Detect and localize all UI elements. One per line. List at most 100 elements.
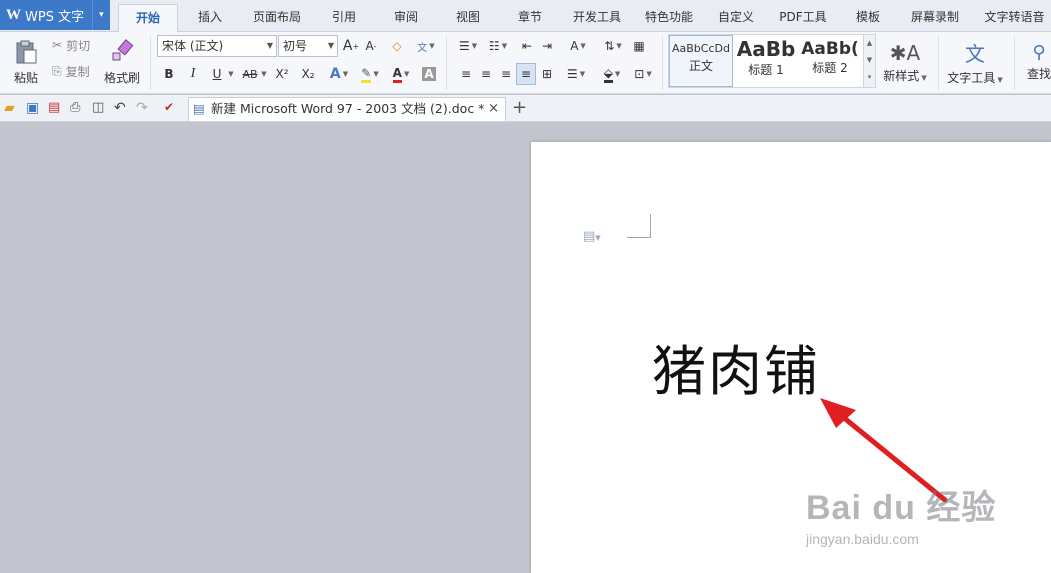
tab-insert[interactable]: 插入 [184, 4, 236, 32]
close-icon[interactable]: × [488, 98, 499, 120]
clipboard-icon [16, 40, 37, 63]
cut-label: 剪切 [66, 38, 91, 53]
numbering-button[interactable]: ☷ ▼ [484, 36, 512, 56]
format-painter-button[interactable]: 格式刷 [102, 34, 142, 90]
copy-label: 复制 [65, 64, 90, 79]
underline-button[interactable]: U [208, 64, 226, 84]
tab-page-layout[interactable]: 页面布局 [246, 4, 308, 32]
copy-button[interactable]: ⎘ 复制 [52, 62, 100, 80]
app-title: WPS 文字 [25, 9, 85, 25]
text-tools-label: 文字工具 [947, 71, 996, 85]
subscript-button[interactable]: X₂ [298, 64, 318, 84]
sort-button[interactable]: ⇅ ▼ [600, 36, 626, 56]
align-left-icon[interactable]: ≡ [458, 64, 474, 84]
font-size-select[interactable]: 初号 ▼ [278, 35, 338, 57]
ribbon-divider [446, 36, 447, 90]
align-right-icon[interactable]: ≡ [498, 64, 514, 84]
bold-button[interactable]: B [160, 64, 178, 84]
open-folder-icon[interactable]: ▰ [4, 100, 20, 116]
line-spacing-icon: ☰ [566, 67, 578, 81]
line-spacing-button[interactable]: ☰ ▼ [562, 64, 590, 84]
menu-bar: W WPS 文字 ▾ 开始 插入 页面布局 引用 审阅 视图 章节 开发工具 特… [0, 0, 1051, 32]
style-label: 标题 1 [748, 63, 784, 77]
font-size-value: 初号 [283, 39, 308, 53]
tab-text-to-speech[interactable]: 文字转语音 [978, 4, 1051, 32]
shading-button[interactable]: ⬙ ▼ [598, 64, 626, 84]
tab-screen-record[interactable]: 屏幕录制 [902, 4, 968, 32]
tab-developer[interactable]: 开发工具 [566, 4, 628, 32]
baidu-watermark: Bai du 经验 jingyan.baidu.com [806, 480, 996, 547]
align-center-icon[interactable]: ≡ [478, 64, 494, 84]
tab-view[interactable]: 视图 [442, 4, 494, 32]
align-justify-icon[interactable]: ≡ [516, 63, 536, 85]
tab-references[interactable]: 引用 [318, 4, 370, 32]
table-icon[interactable]: ▦ [630, 36, 648, 56]
char-shading-button[interactable]: A [420, 64, 438, 84]
customize-toolbar-icon[interactable]: ✔ [164, 100, 180, 116]
find-button[interactable]: ⚲ 查找 [1024, 34, 1051, 90]
style-heading-1[interactable]: AaBb 标题 1 [735, 35, 797, 87]
font-color-button[interactable]: A ▼ [388, 64, 414, 84]
style-heading-2[interactable]: AaBb( 标题 2 [799, 35, 861, 87]
watermark-brand: Bai du 经验 [806, 489, 997, 527]
grow-font-button[interactable]: A + [342, 36, 360, 56]
app-menu-button[interactable]: W WPS 文字 ▾ [0, 0, 110, 30]
style-gallery-scroll[interactable]: ▲ ▼ ▾ [863, 35, 875, 87]
ribbon-divider [662, 36, 663, 90]
new-style-button[interactable]: ✱A 新样式 ▼ [880, 34, 930, 90]
ribbon-divider [1014, 36, 1015, 90]
highlight-button[interactable]: ✎ ▼ [356, 64, 384, 84]
decrease-indent-icon[interactable]: ⇤ [518, 36, 536, 56]
document-body-text[interactable]: 猪肉铺 [652, 327, 820, 406]
chevron-down-icon[interactable]: ▼ [259, 64, 269, 84]
chevron-down-icon[interactable]: ▾ [92, 0, 104, 30]
undo-icon[interactable]: ↶ [114, 100, 130, 116]
paste-label: 粘贴 [13, 70, 38, 85]
export-pdf-icon[interactable]: ▤ [48, 100, 64, 116]
tab-pdf-tools[interactable]: PDF工具 [772, 4, 834, 32]
tab-special-features[interactable]: 特色功能 [638, 4, 700, 32]
clear-format-icon[interactable]: ◇ [388, 36, 406, 56]
margin-corner-mark [627, 214, 651, 238]
document-tab-title: 新建 Microsoft Word 97 - 2003 文档 (2).doc * [211, 101, 485, 116]
tab-review[interactable]: 审阅 [380, 4, 432, 32]
bullets-button[interactable]: ☰ ▼ [454, 36, 482, 56]
increase-indent-icon[interactable]: ⇥ [538, 36, 556, 56]
borders-button[interactable]: ⊡ ▼ [630, 64, 656, 84]
style-gallery: AaBbCcDd 正文 AaBb 标题 1 AaBb( 标题 2 ▲ ▼ ▾ [668, 34, 876, 88]
redo-icon[interactable]: ↷ [136, 100, 152, 116]
phonetic-guide-button[interactable]: 文 ▼ [412, 36, 440, 56]
text-effect-button[interactable]: A ▼ [328, 64, 350, 84]
char-shading-icon: A [422, 67, 436, 81]
style-label: 正文 [688, 59, 713, 73]
font-name-select[interactable]: 宋体 (正文) ▼ [157, 35, 277, 57]
cut-button[interactable]: ✂ 剪切 [52, 36, 100, 54]
print-icon[interactable]: ⎙ [70, 100, 86, 116]
tab-templates[interactable]: 模板 [844, 4, 892, 32]
borders-icon: ⊡ [634, 67, 645, 81]
text-direction-button[interactable]: A ▼ [562, 36, 594, 56]
strikethrough-button[interactable]: AB [240, 64, 260, 84]
superscript-button[interactable]: X² [272, 64, 292, 84]
text-tools-button[interactable]: 文 文字工具 ▼ [944, 34, 1006, 90]
ribbon-divider [150, 36, 151, 90]
tab-customize[interactable]: 自定义 [710, 4, 762, 32]
chevron-down-icon[interactable]: ▼ [226, 64, 236, 84]
italic-button[interactable]: I [184, 64, 202, 84]
document-icon: ▤ [193, 101, 205, 116]
new-tab-button[interactable]: + [512, 97, 527, 119]
tab-home[interactable]: 开始 [118, 4, 178, 32]
shrink-font-button[interactable]: A- [362, 36, 380, 56]
document-tab[interactable]: ▤ 新建 Microsoft Word 97 - 2003 文档 (2).doc… [188, 97, 506, 121]
new-style-label-wrap: 新样式 ▼ [883, 68, 927, 83]
save-icon[interactable]: ▣ [26, 100, 42, 116]
font-name-value: 宋体 (正文) [162, 39, 224, 53]
tab-chapter[interactable]: 章节 [504, 4, 556, 32]
style-normal[interactable]: AaBbCcDd 正文 [669, 35, 733, 87]
highlighter-icon: ✎ [361, 66, 372, 83]
print-preview-icon[interactable]: ◫ [92, 100, 108, 116]
paragraph-layout-icon[interactable]: ▤▼ [583, 229, 601, 244]
distributed-align-icon[interactable]: ⊞ [538, 64, 556, 84]
style-sample: AaBb( [801, 39, 859, 59]
paste-button[interactable]: 粘贴 [6, 34, 46, 90]
